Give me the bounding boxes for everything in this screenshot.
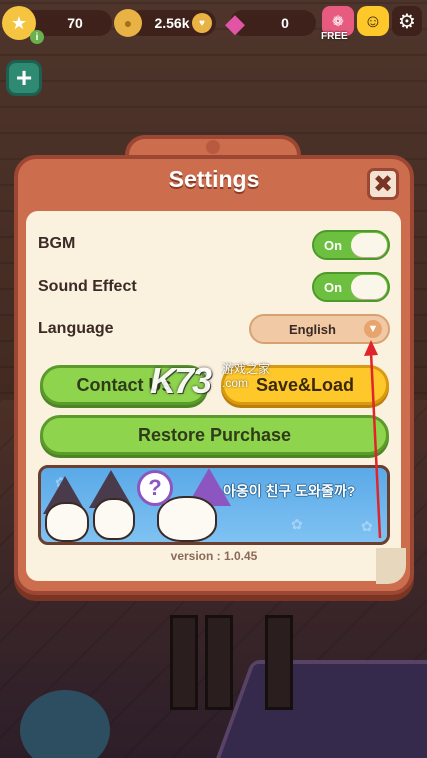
watermark-com: .com <box>222 376 249 390</box>
stars-value: 70 <box>67 15 83 31</box>
top-hud: 70 ★ i 2.56k ● ♥ 0 ◆ ❁ FREE ☺ ⚙ <box>0 6 427 44</box>
toggle-knob <box>351 275 387 299</box>
question-bubble: ? <box>137 470 173 506</box>
coins-value: 2.56k <box>154 15 190 31</box>
restore-purchase-button[interactable]: Restore Purchase <box>40 415 389 455</box>
gamepad-icon[interactable]: ☺ <box>357 6 389 36</box>
chevron-down-icon: ▼ <box>364 320 382 338</box>
coin-icon: ● <box>114 9 142 37</box>
bgm-toggle-state: On <box>324 238 343 253</box>
version-label: version : 1.0.45 <box>170 549 258 563</box>
bgm-label: BGM <box>38 235 76 252</box>
gem-icon: ◆ <box>225 7 245 38</box>
language-label: Language <box>38 320 114 337</box>
watermark-logo: K73 <box>150 360 212 401</box>
dialog-ornament <box>206 140 220 154</box>
gems-value: 0 <box>281 15 289 31</box>
close-button[interactable]: ✖ <box>367 168 399 200</box>
cat-character <box>45 502 89 542</box>
toggle-knob <box>351 233 387 257</box>
heart-icon: ♥ <box>192 13 212 33</box>
cat-character <box>157 496 217 542</box>
sound-effect-label: Sound Effect <box>38 278 137 295</box>
language-value: English <box>289 322 336 337</box>
bgm-toggle[interactable]: On <box>312 230 390 260</box>
plus-icon[interactable]: + <box>6 60 42 96</box>
watermark-cn: 游戏之家 <box>222 362 271 376</box>
free-label: FREE <box>321 31 348 42</box>
site-watermark: K73 游戏之家 .com <box>150 360 290 404</box>
language-select[interactable]: English ▼ <box>249 314 390 344</box>
gear-icon[interactable]: ⚙ <box>392 6 422 36</box>
sound-effect-toggle[interactable]: On <box>312 272 390 302</box>
banner-text: 아옹이 친구 도와줄까? <box>223 483 356 499</box>
paw-icon: ✿ <box>291 516 303 532</box>
promo-banner[interactable]: ✿ ✿ ✿ ? 아옹이 친구 도와줄까? <box>38 465 390 545</box>
info-badge[interactable]: i <box>30 30 44 44</box>
cat-character <box>93 498 135 540</box>
dialog-title: Settings <box>168 166 260 192</box>
paw-icon: ✿ <box>361 518 373 534</box>
sound-toggle-state: On <box>324 280 343 295</box>
